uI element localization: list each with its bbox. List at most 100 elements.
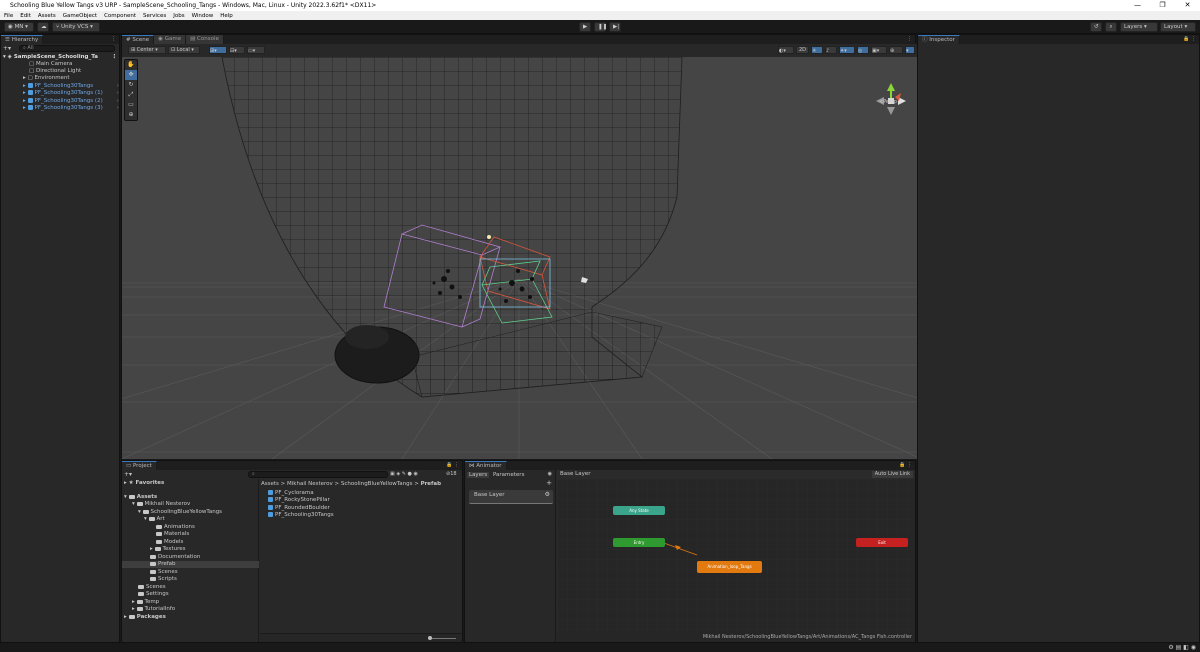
account-dropdown[interactable]: ◉ MN ▾ [4, 22, 34, 32]
tab-game[interactable]: ◉ Game [154, 35, 187, 44]
visibility-icon[interactable]: ◉ [548, 471, 552, 477]
create-asset-button[interactable]: +▾ [124, 470, 132, 479]
rect-tool-icon[interactable]: ▭ [125, 100, 137, 110]
asset-pf-cyclorama[interactable]: PF_Cyclorama [268, 490, 314, 497]
perspective-label[interactable]: <Persp [879, 99, 897, 105]
animator-graph[interactable]: Base Layer Auto Live Link Any State Entr… [557, 470, 915, 642]
audio-toggle[interactable]: ♪ [825, 46, 837, 54]
hierarchy-item-directional-light[interactable]: ▢ Directional Light [1, 68, 121, 75]
icon-size-slider[interactable] [428, 638, 456, 639]
menu-services[interactable]: Services [143, 13, 166, 19]
tab-project[interactable]: ▭ Project [122, 461, 157, 470]
hierarchy-search-input[interactable]: ⌕ All [19, 45, 115, 52]
search-filter-icons[interactable]: ▣ ◈ ✎ ● ◉ [390, 470, 418, 479]
menu-jobs[interactable]: Jobs [173, 13, 184, 19]
lighting-toggle[interactable]: ☀ [811, 46, 823, 54]
play-button[interactable]: ▶ [579, 22, 591, 32]
panel-menu-icon[interactable]: ⋮ [907, 35, 912, 44]
hidden-packages-count[interactable]: ⊘18 [446, 470, 457, 479]
tab-hierarchy[interactable]: ☰ Hierarchy [1, 35, 44, 44]
tree-item-animations[interactable]: Animations [156, 524, 195, 531]
move-tool-icon[interactable]: ✥ [125, 70, 137, 80]
tree-item-temp[interactable]: ▸ Temp [132, 599, 159, 606]
tree-item-tutorialinfo[interactable]: ▸ TutorialInfo [132, 606, 175, 613]
rotate-tool-icon[interactable]: ↻ [125, 80, 137, 90]
animator-breadcrumb[interactable]: Base Layer [560, 471, 590, 477]
effects-dropdown[interactable]: ✦▾ [839, 46, 855, 54]
add-layer-button[interactable]: + [546, 480, 552, 487]
view-tool-hand-icon[interactable]: ✋ [125, 60, 137, 70]
space-local-dropdown[interactable]: ⊡ Local ▾ [168, 46, 200, 54]
grid-snap-dropdown[interactable]: ⊞▾ [209, 46, 227, 54]
tree-item-schooling[interactable]: ▾ SchoolingBlueYellowTangs [138, 509, 222, 516]
panel-menu-icon[interactable]: ⋮ [111, 35, 116, 44]
search-button[interactable]: ⌕ [1105, 22, 1117, 32]
incremental-snap-button[interactable]: ▭▾ [247, 46, 265, 54]
tree-item-documentation[interactable]: Documentation [150, 554, 200, 561]
breadcrumb-mikhail[interactable]: Mikhail Nesterov [287, 481, 333, 487]
status-icons[interactable]: ⚙ ▤ ◧ ◉ [1168, 643, 1196, 652]
hierarchy-item-prefab-3[interactable]: ▸ PF_Schooling30Tangs (3) › [1, 105, 121, 112]
project-search-input[interactable]: ⌕ [248, 471, 388, 478]
favorites-section[interactable]: ▸ ★ Favorites [124, 480, 164, 487]
hierarchy-item-prefab-2[interactable]: ▸ PF_Schooling30Tangs (2) › [1, 98, 121, 105]
auto-live-link-toggle[interactable]: Auto Live Link [871, 471, 913, 478]
layout-dropdown[interactable]: Layout ▾ [1160, 22, 1196, 32]
tree-item-scenes[interactable]: Scenes [138, 584, 166, 591]
menu-window[interactable]: Window [192, 13, 214, 19]
tab-layers[interactable]: Layers [467, 472, 490, 478]
chevron-right-icon[interactable]: › [117, 83, 119, 90]
toggle-2d-button[interactable]: 2D [796, 46, 809, 54]
tree-item-materials[interactable]: Materials [156, 531, 189, 538]
panel-menu-icon[interactable]: 🔒 ⋮ [446, 461, 459, 470]
vcs-dropdown[interactable]: ⑂ Unity VCS ▾ [52, 22, 100, 32]
menu-file[interactable]: File [4, 13, 13, 19]
menu-component[interactable]: Component [104, 13, 136, 19]
hierarchy-item-prefab-1[interactable]: ▸ PF_Schooling30Tangs (1) › [1, 90, 121, 97]
pause-button[interactable]: ❚❚ [594, 22, 607, 32]
camera-settings-dropdown[interactable]: ▣▾ [871, 46, 887, 54]
asset-pf-schooling30tangs[interactable]: PF_Schooling30Tangs [268, 512, 334, 519]
breadcrumb-schooling[interactable]: SchoolingBlueYellowTangs [341, 481, 413, 487]
menu-help[interactable]: Help [220, 13, 233, 19]
scene-menu-icon[interactable]: ⋮ [112, 54, 118, 61]
layers-dropdown[interactable]: Layers ▾ [1120, 22, 1158, 32]
menu-edit[interactable]: Edit [20, 13, 31, 19]
hierarchy-item-environment[interactable]: ▸ ▢ Environment [1, 75, 121, 82]
panel-menu-icon[interactable]: 🔒 ⋮ [1183, 35, 1196, 44]
transform-tool-icon[interactable]: ⊕ [125, 110, 137, 120]
scene-root-row[interactable]: ▾ ◈ SampleScene_Schooling_Ta ⋮ [1, 54, 121, 61]
chevron-right-icon[interactable]: › [117, 98, 119, 105]
gear-icon[interactable]: ⚙ [545, 491, 550, 498]
undo-history-button[interactable]: ↺ [1090, 22, 1102, 32]
hierarchy-item-main-camera[interactable]: ▢ Main Camera [1, 61, 121, 68]
pivot-center-dropdown[interactable]: ⊞ Center ▾ [128, 46, 166, 54]
scale-tool-icon[interactable]: ⤢ [125, 90, 137, 100]
breadcrumb-prefab[interactable]: Prefab [421, 481, 442, 487]
tree-item-packages[interactable]: ▸ Packages [124, 614, 166, 621]
close-button[interactable]: ✕ [1175, 0, 1200, 11]
node-any-state[interactable]: Any State [613, 506, 665, 515]
tab-animator[interactable]: ⋈ Animator [465, 461, 507, 470]
chevron-right-icon[interactable]: › [117, 105, 119, 112]
tab-console[interactable]: ▤ Console [186, 35, 224, 44]
menu-gameobject[interactable]: GameObject [63, 13, 97, 19]
asset-pf-roundedboulder[interactable]: PF_RoundedBoulder [268, 505, 330, 512]
step-button[interactable]: ▶| [609, 22, 621, 32]
tree-item-prefab[interactable]: Prefab [122, 561, 259, 568]
tab-scene[interactable]: # Scene [122, 35, 155, 44]
draw-mode-dropdown[interactable]: ◐▾ [778, 46, 794, 54]
menu-assets[interactable]: Assets [38, 13, 56, 19]
tree-item-art[interactable]: ▾ Art [144, 516, 165, 523]
maximize-button[interactable]: ❐ [1150, 0, 1175, 11]
icon-size-slider-thumb[interactable] [428, 636, 432, 640]
tree-item-scripts[interactable]: Scripts [150, 576, 177, 583]
layer-item-base[interactable]: Base Layer ⚙ [469, 490, 553, 504]
snap-increment-dropdown[interactable]: ⊟▾ [229, 46, 245, 54]
tree-item-textures[interactable]: ▸ Textures [150, 546, 186, 553]
tree-item-mikhail[interactable]: ▾ Mikhail Nesterov [132, 501, 190, 508]
chevron-right-icon[interactable]: › [117, 90, 119, 97]
tree-item-assets[interactable]: ▾ Assets [124, 494, 157, 501]
breadcrumb-assets[interactable]: Assets [261, 481, 279, 487]
tree-item-models[interactable]: Models [156, 539, 183, 546]
